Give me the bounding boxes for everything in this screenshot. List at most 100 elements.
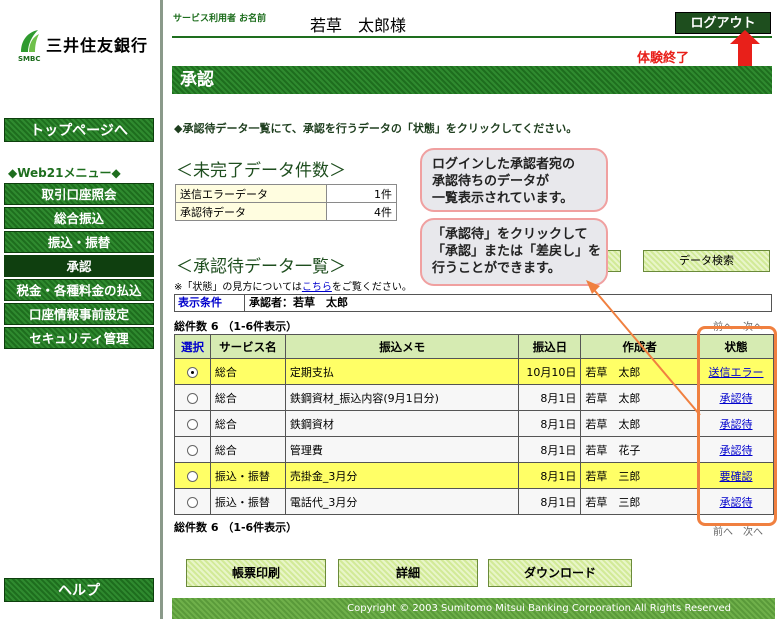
row-service: 振込・振替 xyxy=(209,488,286,515)
table-header-row: 選択 サービス名 振込メモ 振込日 作成者 状態 xyxy=(174,334,774,359)
col-header-select: 選択 xyxy=(174,334,211,359)
row-select-radio[interactable] xyxy=(186,366,198,378)
row-date: 8月1日 xyxy=(518,488,582,515)
pending-row-label: 承認待データ xyxy=(175,202,327,221)
user-name: 若草 太郎様 xyxy=(310,16,407,35)
row-service: 総合 xyxy=(209,436,286,463)
pager-bottom: 前へ 次へ xyxy=(713,527,763,538)
table-row: 総合 鉄鋼資材 8月1日 若草 太郎 承認待 xyxy=(174,410,774,437)
status-help-note: ※「状態」の見方についてはこちらをご覧ください。 xyxy=(174,278,412,293)
menu-heading: ◆Web21メニュー◆ xyxy=(8,166,121,180)
detail-button[interactable]: 詳細 xyxy=(338,559,478,587)
row-author: 若草 太郎 xyxy=(580,410,700,437)
row-memo: 定期支払 xyxy=(284,358,520,385)
table-row: 総合 定期支払 10月10日 若草 太郎 送信エラー xyxy=(174,358,774,385)
row-service: 総合 xyxy=(209,410,286,437)
sidebar-divider xyxy=(160,0,163,619)
pending-row-label: 送信エラーデータ xyxy=(175,184,327,203)
bank-name: 三井住友銀行 xyxy=(46,36,149,55)
row-select-radio[interactable] xyxy=(186,444,198,456)
col-header-memo: 振込メモ xyxy=(284,334,520,359)
display-condition-bar: 表示条件 承認者：若草 太郎 xyxy=(174,294,772,312)
callout-line: 行うことができます。 xyxy=(432,261,561,276)
help-button[interactable]: ヘルプ xyxy=(4,578,154,602)
row-memo: 売掛金_3月分 xyxy=(284,462,520,489)
row-author: 若草 三郎 xyxy=(580,488,700,515)
approval-data-table: 選択 サービス名 振込メモ 振込日 作成者 状態 総合 定期支払 10月10日 … xyxy=(174,334,774,515)
total-count: 総件数 6 （1-6件表示） xyxy=(174,320,298,333)
instruction-callout: 「承認待」をクリックして 「承認」または「差戻し」を 行うことができます。 xyxy=(420,218,608,286)
table-row: 送信エラーデータ 1件 xyxy=(175,184,397,203)
status-column-highlight xyxy=(697,326,777,526)
callout-line: ログインした承認者宛の xyxy=(432,157,576,172)
info-callout: ログインした承認者宛の 承認待ちのデータが 一覧表示されています。 xyxy=(420,148,608,212)
pending-row-count: 1件 xyxy=(326,184,397,203)
row-memo: 電話代_3月分 xyxy=(284,488,520,515)
row-date: 8月1日 xyxy=(518,462,582,489)
row-select-radio[interactable] xyxy=(186,418,198,430)
table-row: 総合 鉄鋼資材_振込内容(9月1日分) 8月1日 若草 太郎 承認待 xyxy=(174,384,774,411)
sidebar-item-account-inquiry[interactable]: 取引口座照会 xyxy=(4,183,154,205)
note-text: をご覧ください。 xyxy=(331,282,412,293)
bank-logo: 三井住友銀行 SMBC xyxy=(18,28,153,64)
side-menu: 取引口座照会 総合振込 振込・振替 承認 税金・各種料金の払込 口座情報事前設定… xyxy=(4,183,154,351)
sidebar: 三井住友銀行 SMBC トップページへ ◆Web21メニュー◆ 取引口座照会 総… xyxy=(0,0,160,619)
note-text: ※「状態」の見方については xyxy=(174,282,302,293)
data-search-button[interactable]: データ検索 xyxy=(643,250,770,272)
display-condition-value: 承認者：若草 太郎 xyxy=(249,296,348,309)
download-button[interactable]: ダウンロード xyxy=(488,559,632,587)
row-author: 若草 花子 xyxy=(580,436,700,463)
pending-count-table: 送信エラーデータ 1件 承認待データ 4件 xyxy=(175,184,397,221)
col-header-service: サービス名 xyxy=(209,334,286,359)
col-header-date: 振込日 xyxy=(518,334,582,359)
status-help-link[interactable]: こちら xyxy=(302,282,332,293)
display-condition-label: 表示条件 xyxy=(175,295,245,311)
row-memo: 鉄鋼資材_振込内容(9月1日分) xyxy=(284,384,520,411)
row-service: 総合 xyxy=(209,358,286,385)
row-author: 若草 太郎 xyxy=(580,384,700,411)
smbc-label: SMBC xyxy=(18,55,41,63)
footer-copyright: Copyright © 2003 Sumitomo Mitsui Banking… xyxy=(172,598,775,619)
callout-line: 一覧表示されています。 xyxy=(432,191,574,206)
row-date: 10月10日 xyxy=(518,358,582,385)
sidebar-item-tax-payment[interactable]: 税金・各種料金の払込 xyxy=(4,279,154,301)
intro-text: ◆承認待データ一覧にて、承認を行うデータの「状態」をクリックしてください。 xyxy=(174,122,578,135)
sidebar-item-account-settings[interactable]: 口座情報事前設定 xyxy=(4,303,154,325)
header-divider xyxy=(172,36,772,38)
row-author: 若草 三郎 xyxy=(580,462,700,489)
row-select-radio[interactable] xyxy=(186,470,198,482)
sidebar-item-approval[interactable]: 承認 xyxy=(4,255,154,277)
pending-list-title: ＜承認待データ一覧＞ xyxy=(176,257,346,277)
row-service: 振込・振替 xyxy=(209,462,286,489)
pending-count-title: ＜未完了データ件数＞ xyxy=(176,161,346,181)
sidebar-item-transfer[interactable]: 振込・振替 xyxy=(4,231,154,253)
user-label: サービス利用者 お名前 xyxy=(173,14,267,24)
row-author: 若草 太郎 xyxy=(580,358,700,385)
print-report-button[interactable]: 帳票印刷 xyxy=(186,559,326,587)
table-row: 振込・振替 売掛金_3月分 8月1日 若草 三郎 要確認 xyxy=(174,462,774,489)
total-count-bottom: 総件数 6 （1-6件表示） xyxy=(174,521,298,534)
row-memo: 管理費 xyxy=(284,436,520,463)
row-select-radio[interactable] xyxy=(186,496,198,508)
table-row: 振込・振替 電話代_3月分 8月1日 若草 三郎 承認待 xyxy=(174,488,774,515)
row-date: 8月1日 xyxy=(518,436,582,463)
sidebar-item-security[interactable]: セキュリティ管理 xyxy=(4,327,154,349)
row-date: 8月1日 xyxy=(518,384,582,411)
up-arrow-icon xyxy=(730,30,760,66)
pending-row-count: 4件 xyxy=(326,202,397,221)
callout-line: 承認待ちのデータが xyxy=(432,174,550,189)
row-date: 8月1日 xyxy=(518,410,582,437)
row-select-radio[interactable] xyxy=(186,392,198,404)
table-row: 総合 管理費 8月1日 若草 花子 承認待 xyxy=(174,436,774,463)
callout-line: 「承認」または「差戻し」を xyxy=(432,244,602,259)
callout-line: 「承認待」をクリックして xyxy=(432,227,588,242)
row-memo: 鉄鋼資材 xyxy=(284,410,520,437)
sidebar-item-general-transfer[interactable]: 総合振込 xyxy=(4,207,154,229)
table-row: 承認待データ 4件 xyxy=(175,202,397,221)
page-title: 承認 xyxy=(172,66,772,94)
trial-end-label: 体験終了 xyxy=(637,51,690,66)
col-header-author: 作成者 xyxy=(580,334,700,359)
row-service: 総合 xyxy=(209,384,286,411)
smbc-logo-icon xyxy=(21,30,39,52)
top-page-button[interactable]: トップページへ xyxy=(4,118,154,142)
